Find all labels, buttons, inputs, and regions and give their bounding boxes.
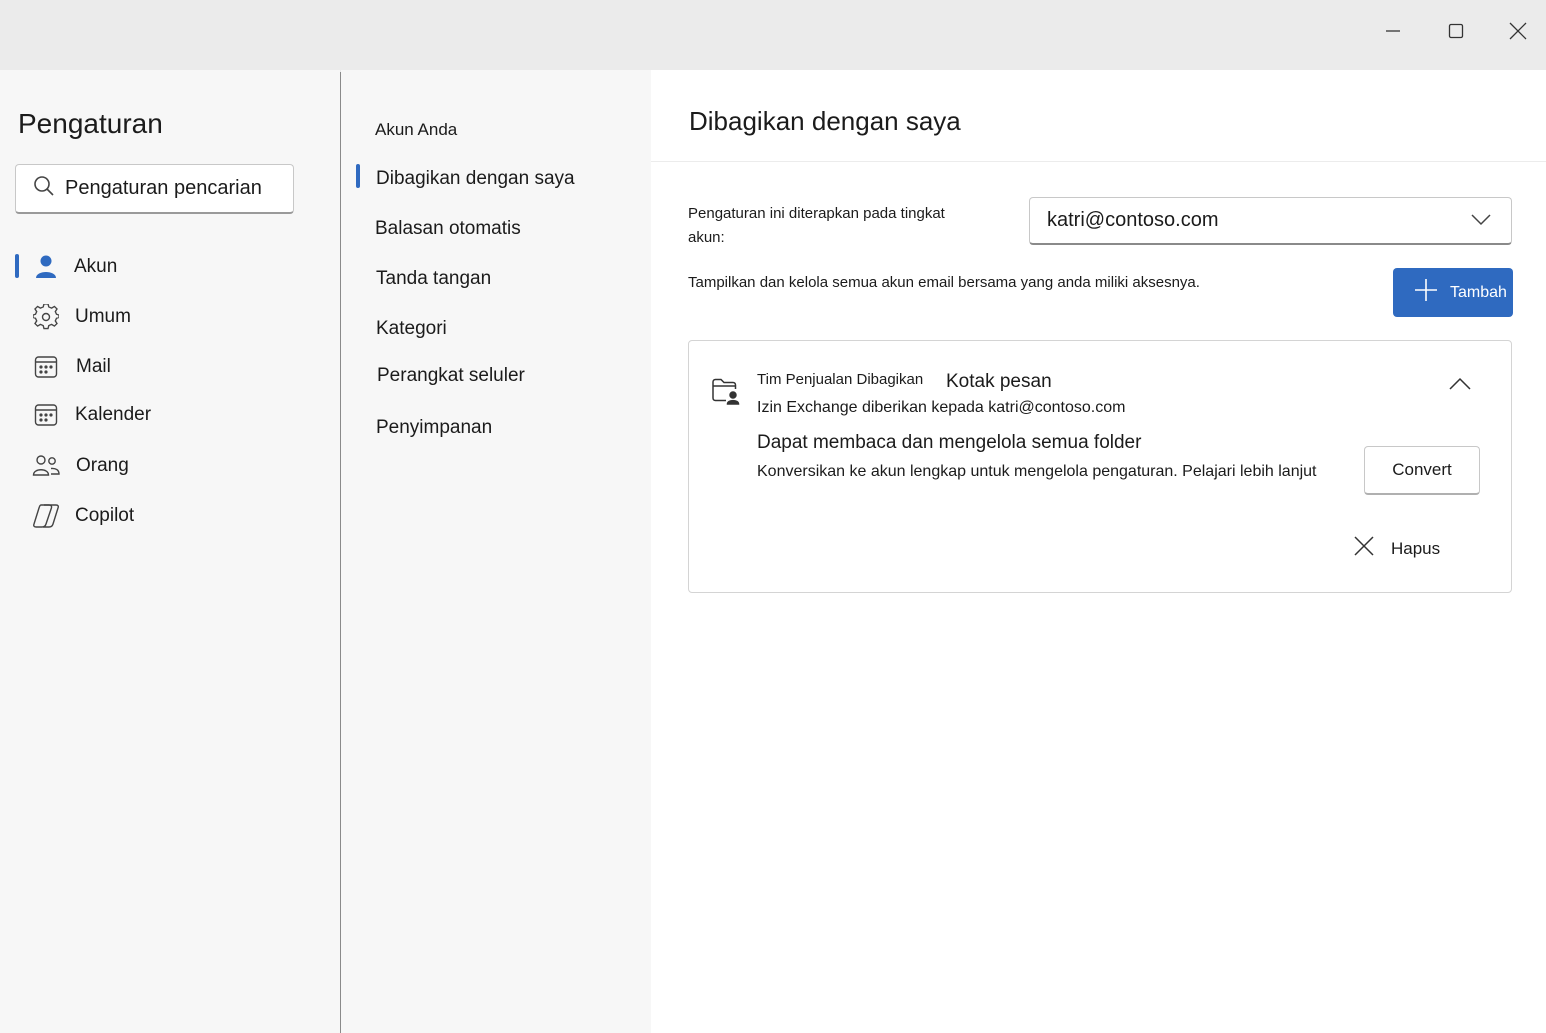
close-window-button[interactable] (1495, 14, 1541, 52)
subnav-item-balasan-otomatis[interactable]: Balasan otomatis (375, 218, 521, 240)
nav-item-kalender[interactable]: Kalender (0, 393, 340, 437)
settings-title: Pengaturan (18, 108, 163, 139)
nav-item-akun[interactable]: Akun (0, 245, 340, 289)
subnav-item-akun-anda[interactable]: Akun Anda (375, 120, 457, 140)
nav-item-label: Umum (75, 306, 131, 327)
gear-icon (32, 303, 60, 331)
remove-label: Hapus (1391, 538, 1441, 558)
shared-folder-icon (711, 377, 741, 410)
shared-mailbox-card: Tim Penjualan Dibagikan Kotak pesan Izin… (688, 340, 1512, 593)
nav-item-mail[interactable]: Mail (0, 345, 340, 389)
minimize-icon (1385, 23, 1401, 44)
nav-item-label: Orang (76, 455, 129, 476)
nav-item-label: Kalender (75, 404, 152, 425)
close-icon (1509, 22, 1527, 45)
account-select[interactable]: katri@contoso.com (1029, 197, 1512, 245)
copilot-icon (32, 502, 60, 530)
people-icon (32, 452, 60, 480)
subnav-selected-indicator (356, 164, 360, 188)
nav-item-label: Copilot (75, 505, 135, 526)
subnav-item-kategori[interactable]: Kategori (376, 318, 447, 340)
convert-button[interactable]: Convert (1364, 446, 1480, 495)
chevron-up-icon[interactable] (1449, 377, 1471, 396)
calendar-icon (32, 401, 60, 429)
mail-icon (32, 353, 60, 381)
nav-item-copilot[interactable]: Copilot (0, 494, 340, 538)
add-shared-account-button[interactable]: Tambah (1393, 268, 1513, 317)
mailbox-name: Tim Penjualan Dibagikan (757, 371, 924, 388)
close-icon (1353, 535, 1375, 562)
maximize-button[interactable] (1433, 14, 1479, 52)
page-title: Dibagikan dengan saya (689, 106, 961, 136)
mailbox-type: Kotak pesan (946, 371, 1052, 392)
subnav-item-perangkat-seluler[interactable]: Perangkat seluler (377, 365, 525, 387)
account-subnav (341, 70, 651, 1033)
title-bar (0, 0, 1546, 70)
subnav-item-dibagikan[interactable]: Dibagikan dengan saya (376, 168, 575, 190)
minimize-button[interactable] (1370, 14, 1416, 52)
plus-icon (1393, 278, 1438, 307)
search-box[interactable] (15, 164, 294, 214)
settings-sidebar: Pengaturan Akun Umum Mail (0, 70, 340, 1033)
account-select-value: katri@contoso.com (1047, 209, 1219, 231)
search-icon (33, 175, 55, 202)
subnav-item-penyimpanan[interactable]: Penyimpanan (376, 417, 492, 439)
header-divider (651, 161, 1546, 162)
permission-granted-text: Izin Exchange diberikan kepada katri@con… (757, 399, 1126, 416)
remove-button[interactable]: Hapus (1353, 535, 1440, 562)
add-button-label: Tambah (1450, 283, 1507, 301)
permission-description: Konversikan ke akun lengkap untuk mengel… (757, 463, 1317, 480)
nav-item-label: Akun (74, 256, 118, 277)
person-icon (32, 253, 60, 281)
subnav-item-tanda-tangan[interactable]: Tanda tangan (376, 268, 491, 290)
shared-accounts-description: Tampilkan dan kelola semua akun email be… (688, 274, 1200, 291)
search-input[interactable] (65, 177, 285, 200)
nav-item-umum[interactable]: Umum (0, 295, 340, 339)
maximize-icon (1448, 23, 1464, 44)
nav-item-orang[interactable]: Orang (0, 444, 340, 488)
apply-scope-label: Pengaturan ini diterapkan pada tingkat a… (688, 205, 945, 246)
permission-title: Dapat membaca dan mengelola semua folder (757, 432, 1142, 453)
nav-item-label: Mail (76, 356, 111, 377)
